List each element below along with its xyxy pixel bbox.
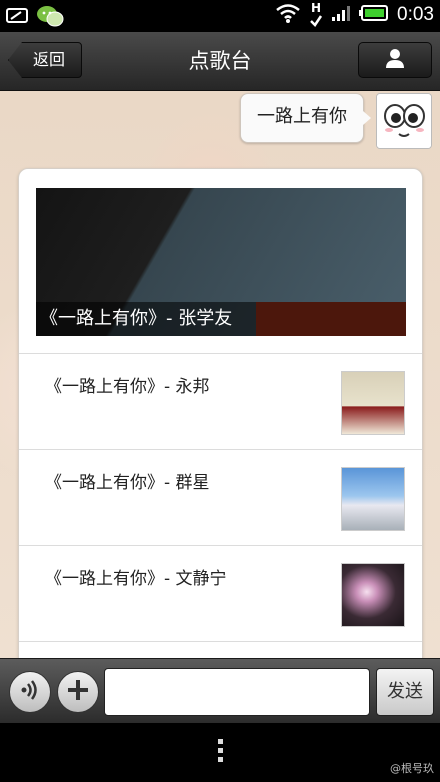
- sent-message-bubble[interactable]: 一路上有你: [240, 93, 371, 143]
- navigation-bar: @根号玖: [0, 723, 440, 782]
- message-input-bar: 发送: [0, 658, 440, 724]
- chat-area[interactable]: 一路上有你 《一路上有你》- 张学友 《一路上有你》- 永邦 《一路上有你》- …: [0, 91, 440, 658]
- sms-icon: [6, 7, 28, 29]
- network-type-label: H: [310, 1, 322, 15]
- send-button[interactable]: 发送: [376, 668, 434, 716]
- title-bar: 返回 点歌台: [0, 32, 440, 91]
- plus-icon: [66, 678, 90, 706]
- voice-icon: [18, 678, 42, 706]
- avatar[interactable]: [376, 93, 432, 149]
- song-results-card: 《一路上有你》- 张学友 《一路上有你》- 永邦 《一路上有你》- 群星 《一路…: [18, 168, 423, 658]
- signal-icon: [331, 4, 351, 26]
- song-title: 《一路上有你》- 永邦: [45, 377, 210, 397]
- wechat-icon: [36, 4, 64, 32]
- album-thumbnail: [341, 371, 405, 435]
- add-button[interactable]: [57, 671, 99, 713]
- song-item[interactable]: 《一路上有你》- 永邦: [19, 354, 422, 450]
- back-button[interactable]: 返回: [8, 42, 82, 78]
- menu-icon[interactable]: [216, 739, 224, 766]
- featured-song-banner[interactable]: 《一路上有你》- 张学友: [36, 188, 406, 336]
- voice-button[interactable]: [9, 671, 51, 713]
- profile-button[interactable]: [358, 42, 432, 78]
- watermark: @根号玖: [390, 762, 434, 775]
- album-thumbnail: [341, 563, 405, 627]
- album-thumbnail: [341, 467, 405, 531]
- clock: 0:03: [397, 4, 434, 25]
- song-title: 《一路上有你》- 文静宁: [45, 569, 227, 589]
- song-item[interactable]: 《一路上有你》- 群星: [19, 450, 422, 546]
- person-icon: [384, 47, 406, 73]
- battery-icon: [359, 4, 389, 26]
- data-network-icon: H: [309, 2, 323, 28]
- song-title: 《一路上有你》- 群星: [45, 473, 210, 493]
- status-bar: H 0:03: [0, 0, 440, 32]
- page-title: 点歌台: [188, 49, 252, 73]
- wifi-icon: [275, 2, 301, 28]
- featured-song-title: 《一路上有你》- 张学友: [36, 302, 406, 336]
- song-item[interactable]: 《一路上有你》- 文静宁: [19, 546, 422, 642]
- message-input[interactable]: [104, 668, 370, 716]
